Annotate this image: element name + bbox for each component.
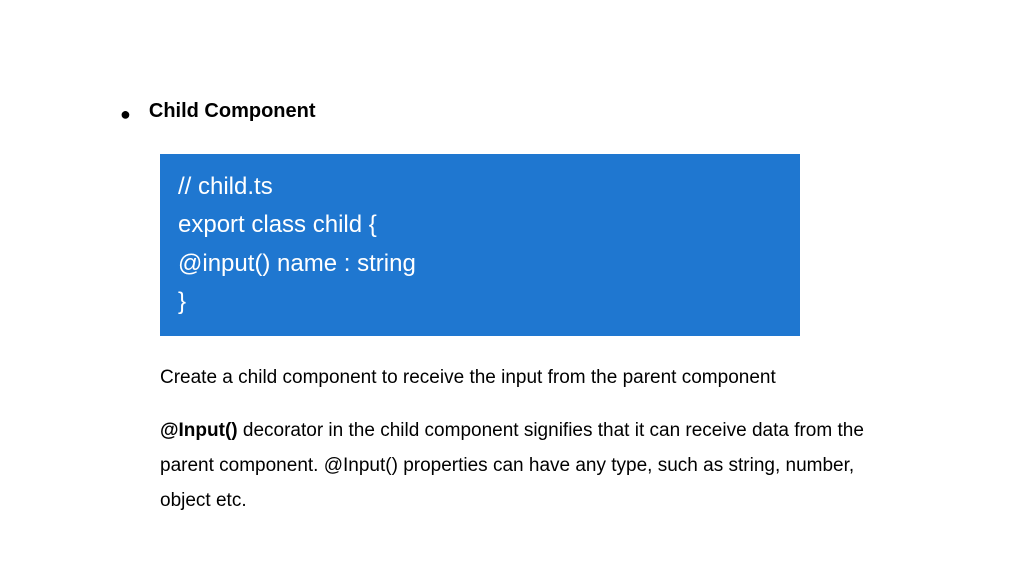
decorator-label: @Input(): [160, 420, 238, 441]
paragraph-text: decorator in the child component signifi…: [160, 420, 864, 511]
code-line: @input() name : string: [178, 245, 782, 283]
bullet-icon: ●: [120, 102, 131, 126]
code-line: export class child {: [178, 206, 782, 244]
section-heading: Child Component: [149, 100, 316, 123]
code-line: // child.ts: [178, 168, 782, 206]
paragraph: Create a child component to receive the …: [160, 360, 900, 395]
document-page: ● Child Component // child.ts export cla…: [0, 0, 900, 518]
code-line: }: [178, 283, 782, 321]
bullet-item: ● Child Component: [120, 100, 900, 126]
paragraph: @Input() decorator in the child componen…: [160, 413, 900, 518]
body-text: Create a child component to receive the …: [160, 360, 900, 519]
code-block: // child.ts export class child { @input(…: [160, 154, 800, 336]
